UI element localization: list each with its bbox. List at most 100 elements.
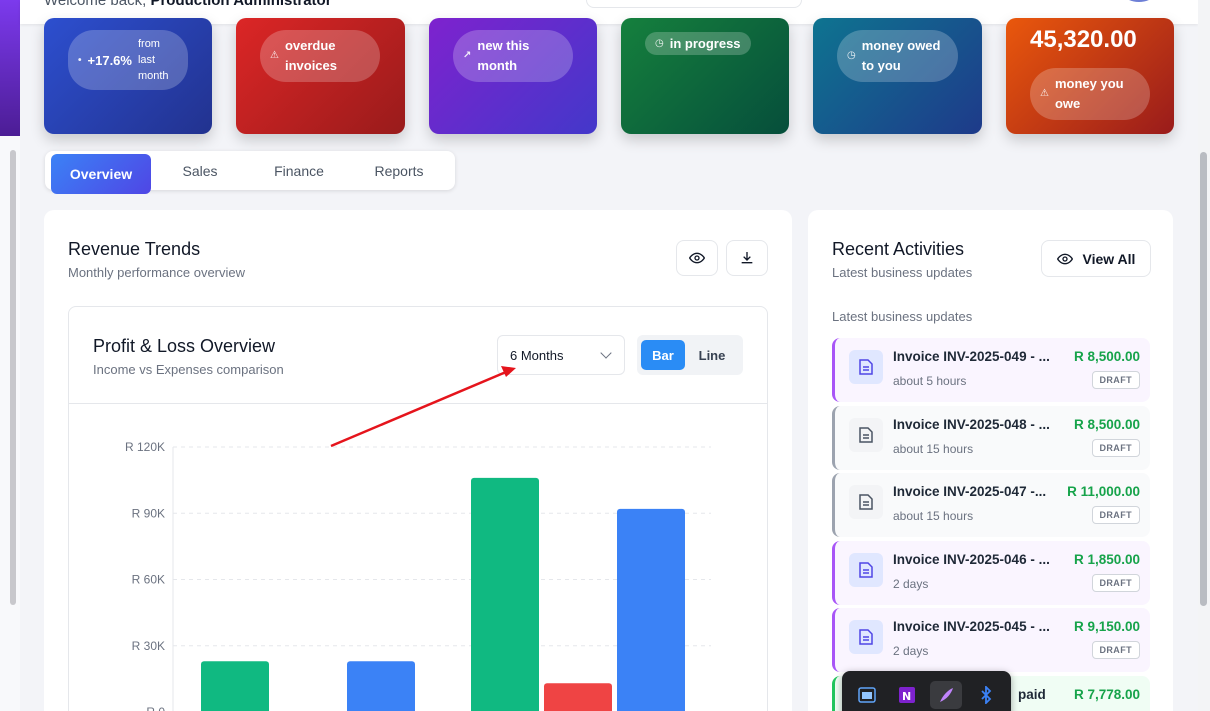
stat-card-in-progress[interactable]: ◷ in progress (621, 18, 789, 134)
chart-bar[interactable] (201, 661, 269, 711)
feather-icon[interactable] (930, 681, 962, 709)
view-all-button[interactable]: View All (1041, 240, 1151, 277)
activity-title: paid (1018, 687, 1046, 702)
clock-icon: ◷ (847, 50, 856, 61)
chart-bar[interactable] (347, 661, 415, 711)
activity-title: Invoice INV-2025-049 - ... (893, 349, 1050, 364)
clock-icon: ◷ (655, 38, 664, 49)
tab-finance[interactable]: Finance (249, 152, 349, 190)
profit-loss-card: Profit & Loss Overview Income vs Expense… (68, 306, 768, 711)
bluetooth-icon[interactable] (970, 681, 1002, 709)
activity-item[interactable]: Invoice INV-2025-049 - ... R 8,500.00 ab… (832, 338, 1150, 402)
activity-amount: R 8,500.00 (1073, 417, 1140, 432)
status-badge: DRAFT (1091, 506, 1140, 524)
activity-amount: R 11,000.00 (1067, 484, 1140, 499)
activity-title: Invoice INV-2025-048 - ... (893, 417, 1050, 432)
tab-sales[interactable]: Sales (151, 152, 249, 190)
activity-item[interactable]: Invoice INV-2025-048 - ... R 8,500.00 ab… (832, 406, 1150, 470)
you-owe-label: money you owe (1054, 76, 1124, 111)
status-badge: DRAFT (1091, 574, 1140, 592)
view-button[interactable] (676, 240, 718, 276)
you-owe-value: 45,320.00 (1030, 26, 1137, 53)
new-pill: ↗ new this month (453, 30, 573, 82)
recent-activities-card: Recent Activities Latest business update… (808, 210, 1173, 711)
activity-time: about 15 hours (893, 442, 974, 456)
app-window-icon[interactable] (851, 681, 883, 709)
line-toggle[interactable]: Line (689, 340, 735, 370)
status-badge: DRAFT (1091, 641, 1140, 659)
left-scrollbar[interactable] (10, 150, 16, 605)
activity-time: 2 days (893, 644, 929, 658)
stat-card-you-owe[interactable]: 45,320.00 ⚠ money you owe (1006, 18, 1174, 134)
status-badge: DRAFT (1091, 371, 1140, 389)
y-tick-label: R 120K (125, 440, 165, 454)
download-icon (741, 252, 753, 264)
view-all-label: View All (1082, 250, 1136, 267)
chart-bar[interactable] (544, 683, 612, 711)
pl-title: Profit & Loss Overview (93, 336, 276, 356)
eye-icon (1056, 253, 1073, 264)
owed-label: money owed to you (861, 38, 941, 73)
chevron-down-icon (600, 347, 612, 359)
activity-item[interactable]: Invoice INV-2025-047 -... R 11,000.00 ab… (832, 473, 1150, 537)
growth-value: +17.6% (87, 52, 132, 68)
activity-item[interactable]: Invoice INV-2025-046 - ... R 1,850.00 2 … (832, 541, 1150, 605)
download-button[interactable] (726, 240, 768, 276)
activity-amount: R 8,500.00 (1073, 349, 1140, 364)
y-tick-label: R 60K (132, 573, 165, 587)
activity-time: about 15 hours (893, 509, 974, 523)
activity-item[interactable]: Invoice INV-2025-045 - ... R 9,150.00 2 … (832, 608, 1150, 672)
tab-overview[interactable]: Overview (51, 153, 151, 194)
owed-pill: ◷ money owed to you (837, 30, 958, 82)
status-badge: DRAFT (1091, 439, 1140, 457)
stat-card-revenue[interactable]: • +17.6% from last month (44, 18, 212, 134)
pl-subtitle: Income vs Expenses comparison (93, 362, 284, 377)
welcome-text: Welcome back, Production Administrator (44, 0, 332, 9)
page-scrollbar[interactable] (1198, 0, 1210, 711)
onenote-icon[interactable]: N (891, 681, 923, 709)
activity-time: 2 days (893, 577, 929, 591)
new-label: new this month (477, 38, 530, 73)
svg-text:N: N (902, 690, 911, 703)
stat-card-overdue[interactable]: ⚠ overdue invoices (236, 18, 405, 134)
activity-amount: R 9,150.00 (1073, 619, 1140, 634)
left-rail (0, 0, 20, 711)
warning-icon: ⚠ (1040, 88, 1049, 99)
avatar[interactable] (1124, 0, 1154, 2)
activity-title: Invoice INV-2025-046 - ... (893, 552, 1050, 567)
chart-bar[interactable] (471, 477, 539, 711)
activity-time: about 5 hours (893, 374, 967, 388)
bar-toggle[interactable]: Bar (641, 340, 685, 370)
activities-title: Recent Activities (832, 239, 965, 259)
growth-pill: • +17.6% from last month (68, 30, 188, 90)
activity-title: Invoice INV-2025-047 -... (893, 484, 1047, 499)
revenue-title: Revenue Trends (68, 239, 201, 259)
chart-bar[interactable] (617, 508, 685, 711)
activity-amount: R 1,850.00 (1073, 552, 1140, 567)
profit-loss-chart: R 120K R 90K R 60K R 30K R 0 (125, 440, 711, 711)
sidebar-edge (0, 0, 20, 136)
welcome-prefix: Welcome back, (44, 0, 147, 9)
search-input[interactable] (586, 0, 802, 8)
you-owe-pill: ⚠ money you owe (1030, 68, 1150, 120)
trending-up-icon: ↗ (463, 50, 472, 61)
scrollbar-thumb[interactable] (1200, 152, 1207, 606)
overdue-pill: ⚠ overdue invoices (260, 30, 380, 82)
activities-section-label: Latest business updates (832, 309, 973, 324)
user-name: Production Administrator (150, 0, 332, 9)
chart-type-toggle: Bar Line (637, 335, 743, 375)
dot-icon: • (78, 54, 82, 66)
activity-amount: R 7,778.00 (1073, 687, 1140, 702)
progress-label: in progress (669, 36, 741, 51)
taskbar-popup: N (842, 671, 1011, 711)
period-select[interactable]: 6 Months (497, 335, 625, 375)
revenue-trends-card: Revenue Trends Monthly performance overv… (44, 210, 792, 711)
tab-reports[interactable]: Reports (349, 152, 449, 190)
stat-card-owed-to-you[interactable]: ◷ money owed to you (813, 18, 982, 134)
dashboard-tabs: Overview Sales Finance Reports (45, 151, 455, 194)
growth-label: from last month (137, 38, 169, 82)
document-icon (849, 350, 883, 384)
stat-card-new[interactable]: ↗ new this month (429, 18, 597, 134)
progress-pill: ◷ in progress (645, 32, 751, 55)
overdue-label: overdue invoices (284, 38, 337, 73)
